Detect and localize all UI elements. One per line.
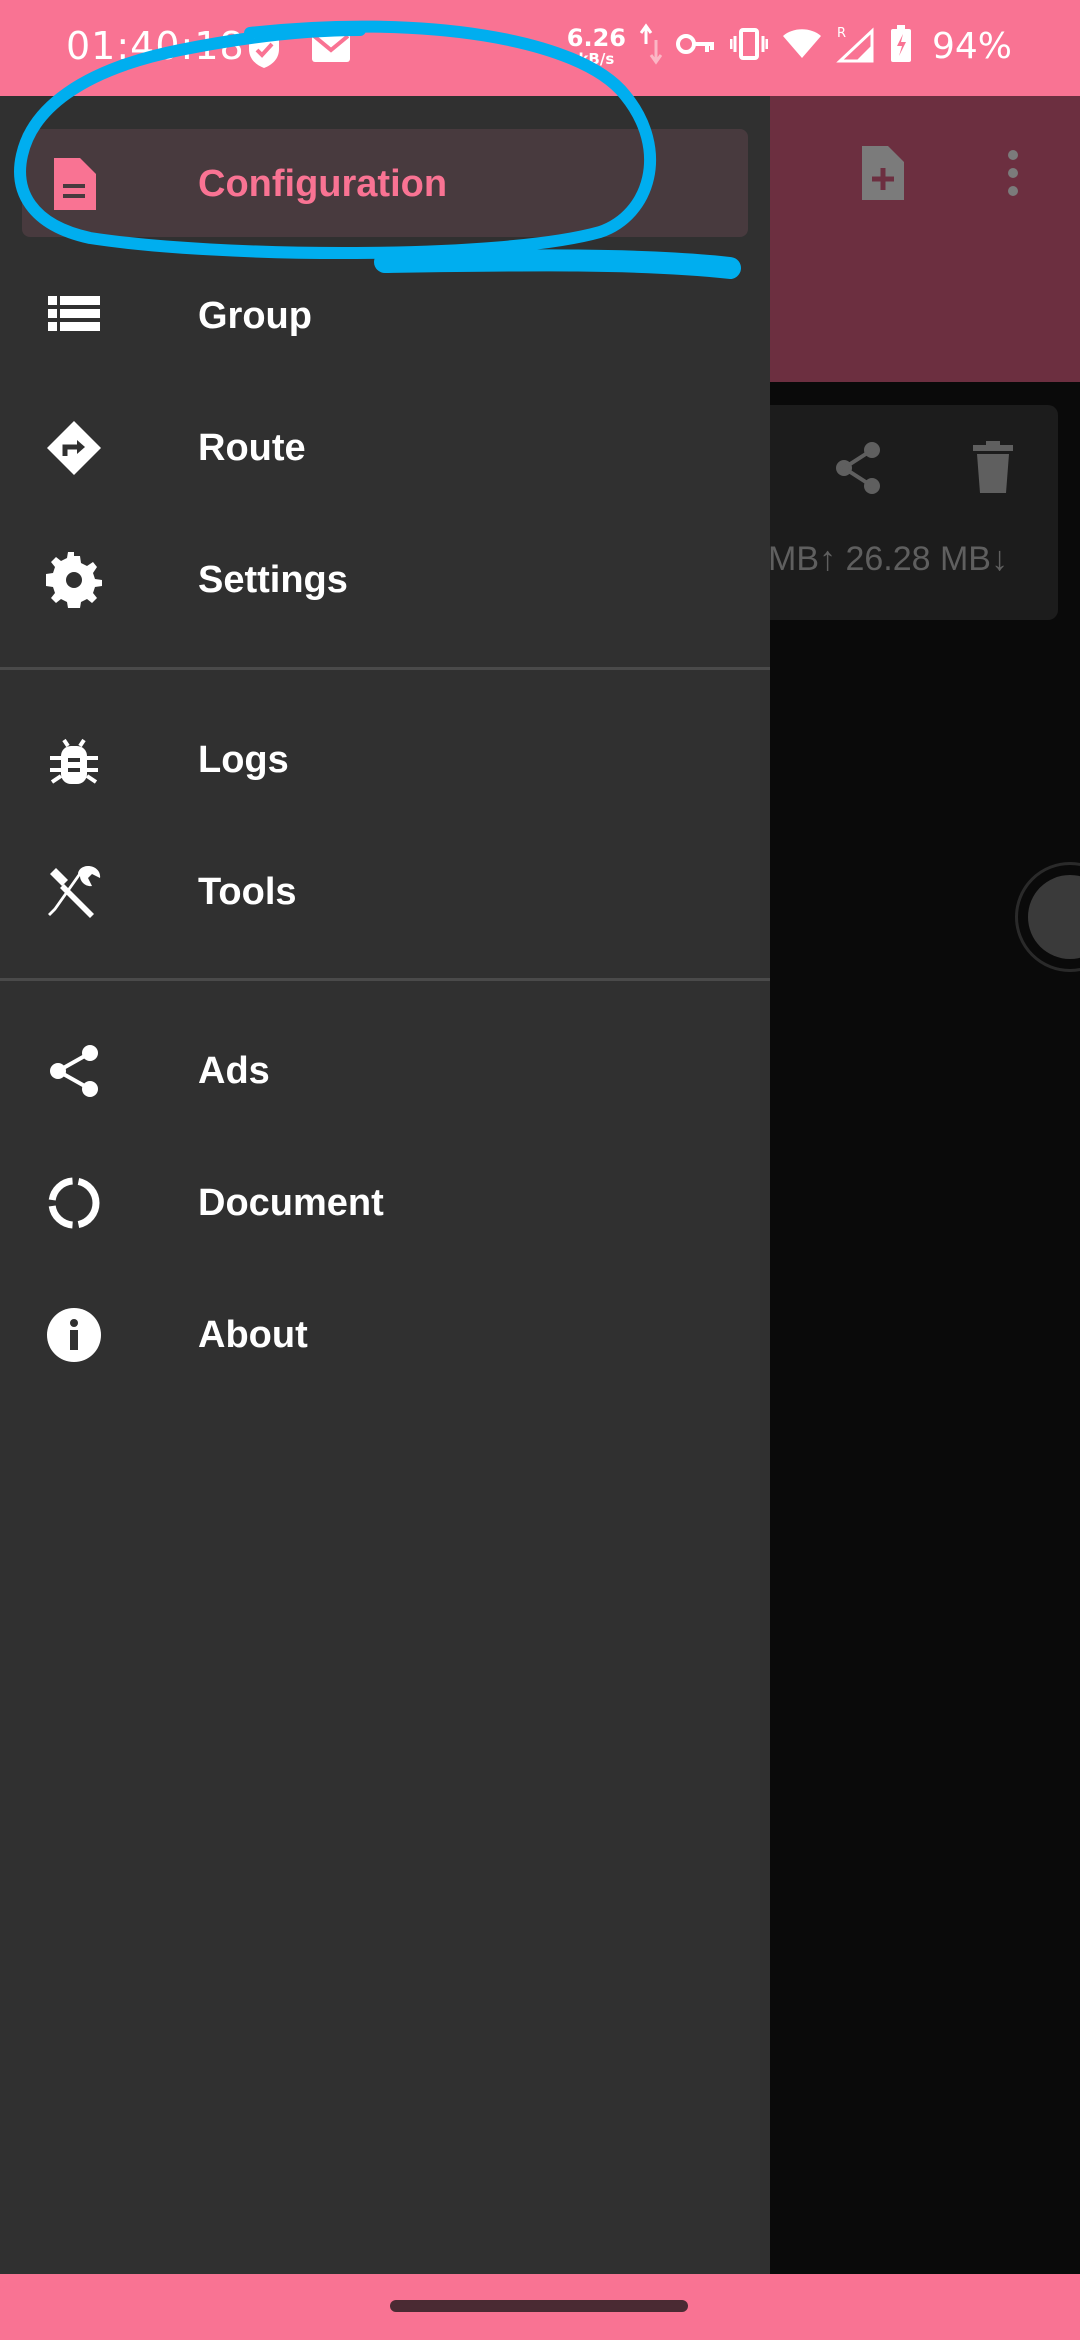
gear-icon (46, 552, 102, 608)
drawer-item-ads[interactable]: Ads (0, 1016, 770, 1126)
drawer-item-label: About (198, 1314, 308, 1356)
signal-roaming-icon: R (836, 25, 876, 68)
drawer-item-settings[interactable]: Settings (0, 525, 770, 635)
drawer-item-label: Route (198, 427, 306, 469)
description-icon (46, 156, 102, 212)
vpn-key-icon (675, 31, 716, 62)
more-vert-icon (1006, 148, 1020, 203)
traffic-stats-text: MB↑ 26.28 MB↓ (768, 540, 1008, 578)
drawer-item-label: Settings (198, 559, 348, 601)
upload-download-arrows-icon (639, 22, 663, 71)
home-gesture-handle[interactable] (390, 2300, 688, 2312)
share-icon (832, 440, 884, 501)
directions-icon (46, 420, 102, 476)
notification-icons (246, 30, 352, 75)
drawer-divider (0, 978, 770, 981)
vibrate-icon (729, 27, 769, 66)
system-navigation-bar (0, 2274, 1080, 2340)
status-bar: 01:40:18 6.26 kB/s R 94% (0, 0, 1080, 96)
shield-icon (246, 30, 282, 75)
drawer-item-label: Group (198, 295, 312, 337)
drawer-item-label: Ads (198, 1050, 270, 1092)
drawer-item-label: Configuration (198, 163, 448, 205)
info-icon (46, 1307, 102, 1363)
drawer-item-route[interactable]: Route (0, 393, 770, 503)
add-file-icon (858, 144, 906, 207)
wifi-icon (782, 28, 822, 65)
drawer-divider (0, 667, 770, 670)
progress-circle-icon (46, 1175, 102, 1231)
list-icon (46, 288, 102, 344)
status-right-icons: 6.26 kB/s R 94% (567, 22, 1012, 71)
status-time: 01:40:18 (66, 24, 245, 68)
drawer-item-label: Document (198, 1182, 384, 1224)
drawer-item-tools[interactable]: Tools (0, 837, 770, 947)
connect-fab (1015, 862, 1080, 972)
delete-icon (973, 441, 1013, 498)
battery-percentage: 94% (931, 26, 1012, 67)
drawer-item-group[interactable]: Group (0, 261, 770, 371)
battery-charging-icon (890, 25, 912, 68)
mail-icon (310, 30, 352, 75)
share-icon (46, 1043, 102, 1099)
drawer-item-label: Tools (198, 871, 297, 913)
background-profile-card (740, 405, 1058, 620)
bug-icon (46, 732, 102, 788)
tools-icon (46, 864, 102, 920)
drawer-item-label: Logs (198, 739, 289, 781)
drawer-item-about[interactable]: About (0, 1280, 770, 1390)
network-speed: 6.26 kB/s (566, 24, 626, 68)
drawer-item-configuration[interactable]: Configuration (0, 129, 770, 239)
drawer-item-document[interactable]: Document (0, 1148, 770, 1258)
svg-text:R: R (837, 26, 846, 41)
drawer-item-logs[interactable]: Logs (0, 705, 770, 815)
connect-fab-icon (1028, 875, 1080, 959)
navigation-drawer: Configuration Group Route Settings Logs … (0, 96, 770, 2274)
